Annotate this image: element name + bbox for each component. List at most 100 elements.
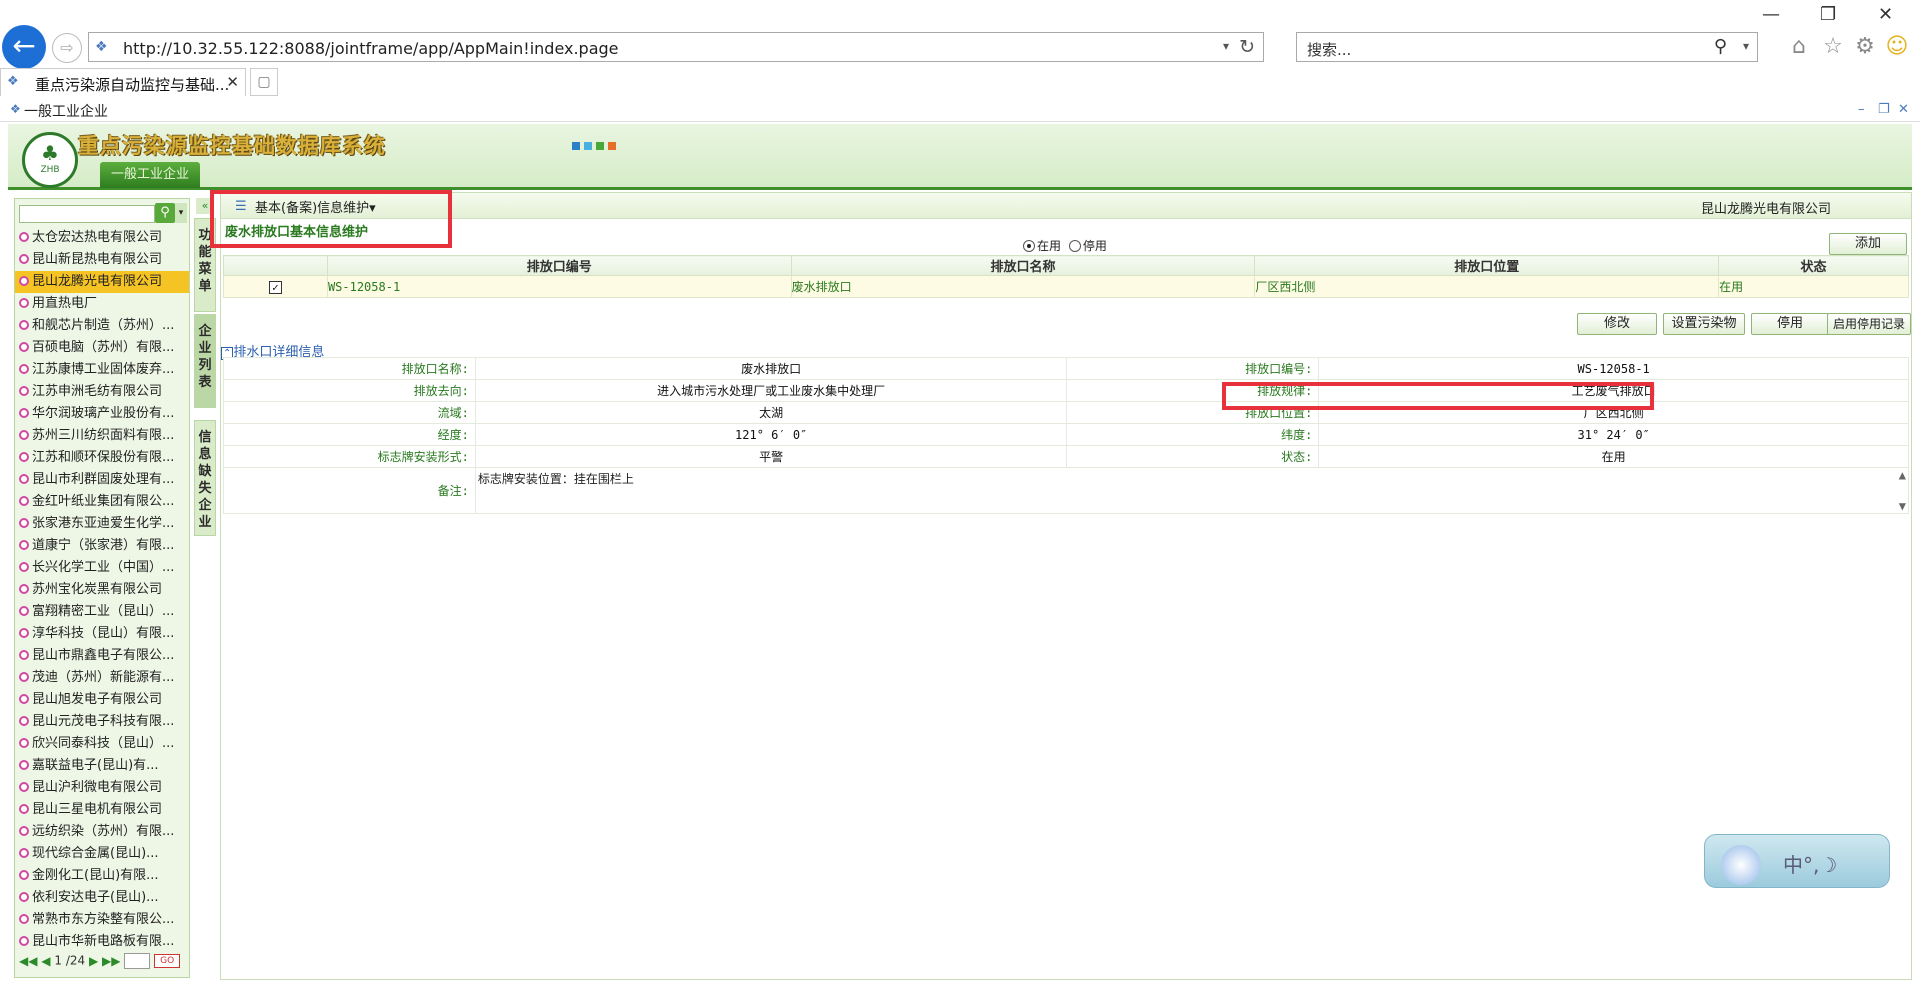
- list-item[interactable]: 长兴化学工业（中国）...: [15, 557, 189, 579]
- company-label: 现代综合金属(昆山)...: [32, 846, 159, 861]
- enable-disable-history-button[interactable]: 启用停用记录: [1827, 313, 1911, 335]
- company-label: 长兴化学工业（中国）...: [32, 560, 175, 575]
- list-item[interactable]: 和舰芯片制造（苏州）...: [15, 315, 189, 337]
- theme-lightblue-icon[interactable]: [584, 142, 592, 150]
- list-item[interactable]: 远纺织染（苏州）有限...: [15, 821, 189, 843]
- list-item[interactable]: 昆山新昆热电有限公司: [15, 249, 189, 271]
- new-tab-button[interactable]: ▢: [250, 68, 278, 96]
- list-item[interactable]: 张家港东亚迪爱生化学...: [15, 513, 189, 535]
- radio-in-use-label[interactable]: 在用: [1037, 239, 1061, 253]
- list-item[interactable]: 昆山旭发电子有限公司: [15, 689, 189, 711]
- main-panel: ☰ 基本(备案)信息维护▾ 昆山龙腾光电有限公司 废水排放口基本信息维护 在用 …: [220, 192, 1912, 980]
- address-url[interactable]: http://10.32.55.122:8088/jointframe/app/…: [123, 39, 619, 58]
- theme-orange-icon[interactable]: [608, 142, 616, 150]
- list-item[interactable]: 昆山市鼎鑫电子有限公...: [15, 645, 189, 667]
- theme-blue-icon[interactable]: [572, 142, 580, 150]
- radio-disabled-label[interactable]: 停用: [1083, 239, 1107, 253]
- list-item[interactable]: 江苏和顺环保股份有限...: [15, 447, 189, 469]
- company-bullet-icon: [19, 760, 29, 770]
- address-bar[interactable]: ❖ http://10.32.55.122:8088/jointframe/ap…: [88, 32, 1264, 62]
- forward-button[interactable]: ⇨: [52, 33, 82, 63]
- list-item[interactable]: 富翔精密工业（昆山）...: [15, 601, 189, 623]
- search-dropdown-icon[interactable]: ▾: [1743, 39, 1749, 53]
- list-item[interactable]: 华尔润玻璃产业股份有...: [15, 403, 189, 425]
- ime-status-widget[interactable]: 中°,☽: [1704, 834, 1890, 888]
- list-item[interactable]: 依利安达电子(昆山)...: [15, 887, 189, 909]
- home-icon[interactable]: ⌂: [1786, 34, 1812, 60]
- set-pollutant-button[interactable]: 设置污染物: [1663, 313, 1745, 335]
- row-checkbox[interactable]: ✓: [268, 280, 282, 294]
- list-item[interactable]: 道康宁（张家港）有限...: [15, 535, 189, 557]
- edit-button[interactable]: 修改: [1577, 313, 1657, 335]
- restore-window-icon[interactable]: ❐: [1820, 4, 1836, 25]
- memo-scroll-down-icon[interactable]: ▼: [1899, 499, 1906, 513]
- list-item[interactable]: 金刚化工(昆山)有限...: [15, 865, 189, 887]
- list-item[interactable]: 江苏康博工业固体废弃...: [15, 359, 189, 381]
- company-bullet-icon: [19, 452, 29, 462]
- grid-header-location[interactable]: 排放口位置: [1254, 255, 1720, 276]
- add-button[interactable]: 添加: [1829, 233, 1907, 255]
- list-item[interactable]: 苏州宝化炭黑有限公司: [15, 579, 189, 601]
- table-row[interactable]: ✓ WS-12058-1 废水排放口 厂区西北侧 在用: [223, 275, 1909, 298]
- theme-green-icon[interactable]: [596, 142, 604, 150]
- company-search-input[interactable]: [19, 205, 155, 223]
- row-checkbox-cell[interactable]: ✓: [223, 275, 328, 298]
- vtab-company-list[interactable]: 企业列表: [194, 314, 216, 408]
- company-bullet-icon: [19, 320, 29, 330]
- back-button[interactable]: ←: [2, 25, 46, 69]
- list-item[interactable]: 昆山市华新电路板有限...: [15, 931, 189, 953]
- list-item[interactable]: 昆山龙腾光电有限公司: [15, 271, 189, 293]
- app-close-icon[interactable]: ✕: [1898, 102, 1909, 117]
- minimize-window-icon[interactable]: —: [1762, 4, 1780, 25]
- list-item[interactable]: 太仓宏达热电有限公司: [15, 227, 189, 249]
- prev-page-icon[interactable]: ◀: [41, 954, 50, 968]
- last-page-icon[interactable]: ▶▶: [102, 954, 120, 968]
- detail-memo-cell[interactable]: 标志牌安装位置：挂在围栏上 ▲ ▼: [474, 467, 1910, 514]
- browser-tab[interactable]: ❖ 重点污染源自动监控与基础... ✕: [0, 68, 246, 96]
- list-item[interactable]: 昆山元茂电子科技有限...: [15, 711, 189, 733]
- radio-disabled[interactable]: [1068, 240, 1081, 252]
- company-label: 道康宁（张家港）有限...: [32, 538, 175, 553]
- list-item[interactable]: 嘉联益电子(昆山)有...: [15, 755, 189, 777]
- tab-close-icon[interactable]: ✕: [226, 73, 239, 91]
- list-item[interactable]: 常熟市东方染整有限公...: [15, 909, 189, 931]
- vtab-missing-info[interactable]: 信息缺失企业: [194, 420, 216, 536]
- list-item[interactable]: 金红叶纸业集团有限公...: [15, 491, 189, 513]
- module-tab-general-industry[interactable]: 一般工业企业: [100, 162, 200, 188]
- list-item[interactable]: 茂迪（苏州）新能源有...: [15, 667, 189, 689]
- memo-scroll-up-icon[interactable]: ▲: [1899, 468, 1906, 482]
- favorites-star-icon[interactable]: ☆: [1820, 34, 1846, 60]
- list-item[interactable]: 百硕电脑（苏州）有限...: [15, 337, 189, 359]
- list-item[interactable]: 欣兴同泰科技（昆山）...: [15, 733, 189, 755]
- company-search-dropdown-icon[interactable]: ▾: [175, 203, 187, 223]
- next-page-icon[interactable]: ▶: [89, 954, 98, 968]
- close-window-icon[interactable]: ✕: [1878, 4, 1893, 25]
- app-restore-icon[interactable]: ❐: [1878, 102, 1890, 117]
- refresh-icon[interactable]: ↻: [1239, 36, 1255, 58]
- list-item[interactable]: 江苏申洲毛纺有限公司: [15, 381, 189, 403]
- grid-header-name[interactable]: 排放口名称: [790, 255, 1256, 276]
- go-page-button[interactable]: GO: [154, 954, 181, 968]
- list-item[interactable]: 现代综合金属(昆山)...: [15, 843, 189, 865]
- company-label: 欣兴同泰科技（昆山）...: [32, 736, 175, 751]
- settings-gear-icon[interactable]: ⚙: [1852, 34, 1878, 60]
- app-minimize-icon[interactable]: –: [1858, 102, 1865, 117]
- company-search-button[interactable]: ⚲: [155, 203, 175, 223]
- list-item[interactable]: 昆山三星电机有限公司: [15, 799, 189, 821]
- radio-in-use[interactable]: [1023, 240, 1035, 252]
- first-page-icon[interactable]: ◀◀: [19, 954, 37, 968]
- search-icon[interactable]: ⚲: [1714, 36, 1727, 57]
- grid-header-code[interactable]: 排放口编号: [326, 255, 792, 276]
- list-item[interactable]: 昆山沪利微电有限公司: [15, 777, 189, 799]
- list-item[interactable]: 苏州三川纺织面料有限...: [15, 425, 189, 447]
- search-placeholder[interactable]: 搜索...: [1307, 39, 1351, 60]
- browser-search-box[interactable]: 搜索... ⚲ ▾: [1296, 32, 1758, 62]
- list-item[interactable]: 用直热电厂: [15, 293, 189, 315]
- feedback-smiley-icon[interactable]: ☺: [1884, 34, 1910, 60]
- address-dropdown-icon[interactable]: ▾: [1223, 39, 1229, 53]
- disable-button[interactable]: 停用: [1751, 313, 1829, 335]
- grid-header-status[interactable]: 状态: [1718, 255, 1909, 276]
- list-item[interactable]: 昆山市利群固废处理有...: [15, 469, 189, 491]
- list-item[interactable]: 淳华科技（昆山）有限...: [15, 623, 189, 645]
- page-number-input[interactable]: [124, 953, 151, 969]
